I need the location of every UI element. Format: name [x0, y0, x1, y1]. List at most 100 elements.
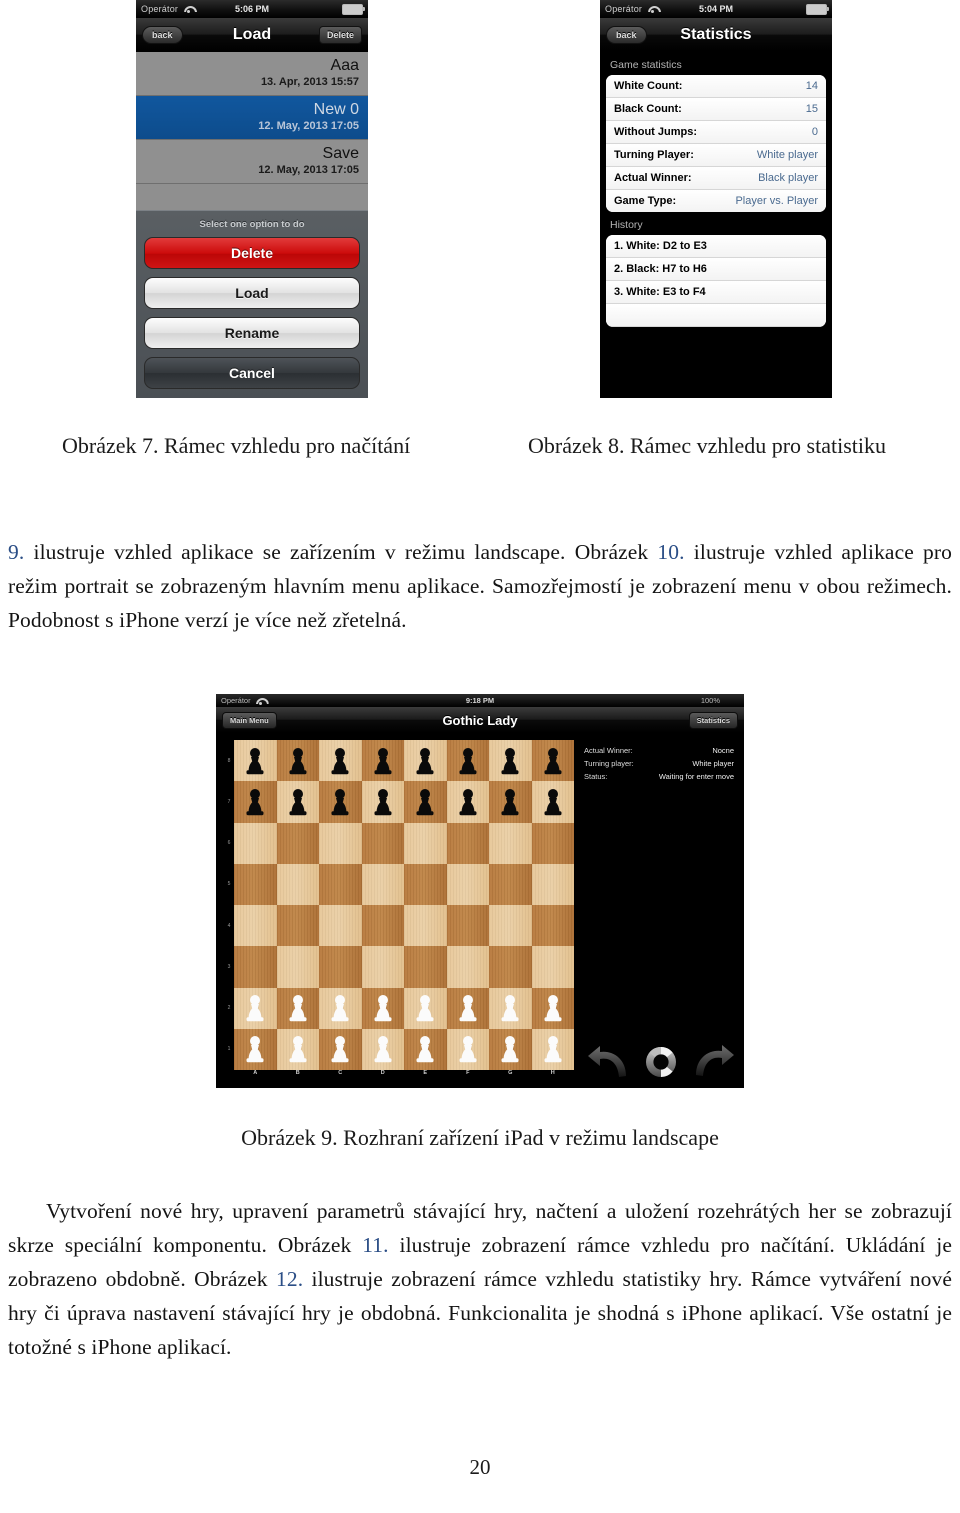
- paragraph-2: Vytvoření nové hry, upravení parametrů s…: [8, 1194, 952, 1364]
- main-menu-button[interactable]: Main Menu: [222, 711, 277, 729]
- board-square[interactable]: [319, 1028, 362, 1070]
- file-label: G: [508, 1070, 513, 1076]
- lifebuoy-icon[interactable]: [644, 1045, 678, 1079]
- rank-labels: 8 7 6 5 4 3 2 1: [224, 740, 234, 1070]
- board-square[interactable]: [276, 905, 319, 947]
- board-square[interactable]: [361, 822, 404, 864]
- board-square[interactable]: [489, 987, 532, 1029]
- board-square[interactable]: [361, 740, 404, 782]
- board-square[interactable]: [361, 1028, 404, 1070]
- board-square[interactable]: [446, 781, 489, 823]
- board-square[interactable]: [489, 1028, 532, 1070]
- ios-status-bar: Operátor 5:06 PM: [136, 0, 368, 18]
- list-item[interactable]: Aaa 13. Apr, 2013 15:57: [136, 52, 368, 96]
- statistics-button[interactable]: Statistics: [688, 711, 738, 729]
- list-item[interactable]: New 0 12. May, 2013 17:05: [136, 96, 368, 140]
- board-square[interactable]: [404, 905, 447, 947]
- board-square[interactable]: [276, 740, 319, 782]
- board-square[interactable]: [489, 781, 532, 823]
- board-square[interactable]: [489, 822, 532, 864]
- board-square[interactable]: [531, 781, 574, 823]
- stat-value: 15: [805, 103, 818, 115]
- board-square[interactable]: [361, 781, 404, 823]
- rank-label: 8: [227, 757, 231, 764]
- board-square[interactable]: [234, 822, 277, 864]
- cancel-option-button[interactable]: Cancel: [144, 357, 360, 389]
- board-square[interactable]: [276, 946, 319, 988]
- load-option-button[interactable]: Load: [144, 277, 360, 309]
- board-square[interactable]: [531, 863, 574, 905]
- pawn-piece: [374, 747, 392, 774]
- board-square[interactable]: [234, 781, 277, 823]
- board-square[interactable]: [404, 822, 447, 864]
- board-square[interactable]: [234, 1028, 277, 1070]
- delete-button[interactable]: Delete: [318, 25, 362, 44]
- board-square[interactable]: [404, 1028, 447, 1070]
- figures-row: Operátor 5:06 PM back Load Delete Aaa 13…: [0, 0, 960, 400]
- board-square[interactable]: [361, 863, 404, 905]
- stat-value: White player: [756, 149, 818, 161]
- board-square[interactable]: [446, 946, 489, 988]
- board-square[interactable]: [276, 987, 319, 1029]
- board-square[interactable]: [276, 863, 319, 905]
- board-square[interactable]: [234, 905, 277, 947]
- board-square[interactable]: [404, 946, 447, 988]
- figure-7-screenshot: Operátor 5:06 PM back Load Delete Aaa 13…: [136, 0, 368, 398]
- board-square[interactable]: [531, 1028, 574, 1070]
- board-square[interactable]: [404, 740, 447, 782]
- figure-reference[interactable]: 10.: [657, 540, 684, 564]
- board-square[interactable]: [361, 987, 404, 1029]
- board-square[interactable]: [404, 781, 447, 823]
- figure-reference[interactable]: 12.: [276, 1267, 303, 1291]
- board-square[interactable]: [276, 822, 319, 864]
- board-square[interactable]: [531, 905, 574, 947]
- rename-option-button[interactable]: Rename: [144, 317, 360, 349]
- board-square[interactable]: [276, 1028, 319, 1070]
- board-square[interactable]: [531, 740, 574, 782]
- board-square[interactable]: [531, 987, 574, 1029]
- back-button[interactable]: back: [142, 25, 183, 44]
- board-square[interactable]: [446, 905, 489, 947]
- board-square[interactable]: [446, 1028, 489, 1070]
- chessboard[interactable]: [234, 740, 574, 1070]
- undo-arrow-icon[interactable]: [588, 1045, 628, 1079]
- board-square[interactable]: [531, 822, 574, 864]
- figure-reference[interactable]: 9.: [8, 540, 24, 564]
- board-square[interactable]: [489, 740, 532, 782]
- board-square[interactable]: [319, 781, 362, 823]
- board-square[interactable]: [446, 987, 489, 1029]
- board-square[interactable]: [319, 905, 362, 947]
- board-square[interactable]: [361, 905, 404, 947]
- board-square[interactable]: [531, 946, 574, 988]
- board-square[interactable]: [319, 822, 362, 864]
- board-square[interactable]: [319, 740, 362, 782]
- board-square[interactable]: [319, 987, 362, 1029]
- delete-option-button[interactable]: Delete: [144, 237, 360, 269]
- info-value: White player: [692, 759, 734, 768]
- board-square[interactable]: [446, 863, 489, 905]
- board-square[interactable]: [489, 863, 532, 905]
- pawn-piece: [416, 1036, 434, 1063]
- board-square[interactable]: [404, 863, 447, 905]
- back-button[interactable]: back: [606, 25, 647, 44]
- board-square[interactable]: [446, 740, 489, 782]
- stat-value: Player vs. Player: [735, 195, 818, 207]
- board-square[interactable]: [234, 946, 277, 988]
- board-square[interactable]: [489, 905, 532, 947]
- board-square[interactable]: [319, 863, 362, 905]
- board-square[interactable]: [489, 946, 532, 988]
- redo-arrow-icon[interactable]: [694, 1045, 734, 1079]
- list-item[interactable]: Save 12. May, 2013 17:05: [136, 140, 368, 184]
- board-square[interactable]: [276, 781, 319, 823]
- board-square[interactable]: [234, 987, 277, 1029]
- board-square[interactable]: [446, 822, 489, 864]
- board-square[interactable]: [234, 863, 277, 905]
- board-square[interactable]: [319, 946, 362, 988]
- pawn-piece: [501, 788, 519, 816]
- pawn-piece: [289, 788, 307, 816]
- board-square[interactable]: [234, 740, 277, 782]
- game-date: 12. May, 2013 17:05: [258, 164, 359, 176]
- figure-reference[interactable]: 11.: [362, 1233, 388, 1257]
- board-square[interactable]: [361, 946, 404, 988]
- board-square[interactable]: [404, 987, 447, 1029]
